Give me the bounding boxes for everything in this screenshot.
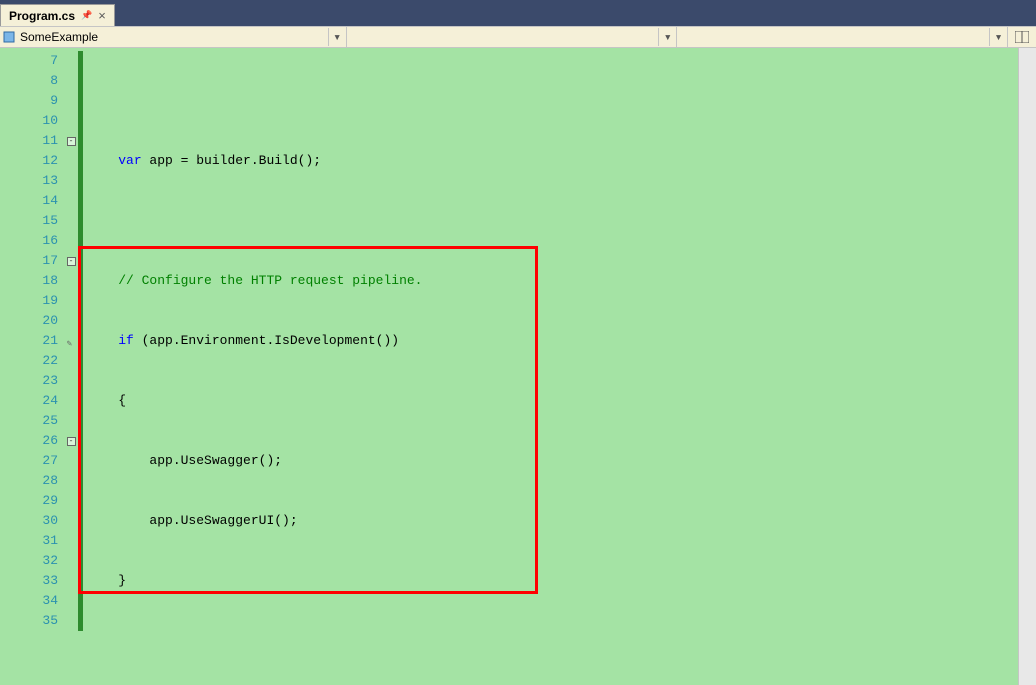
code-content[interactable]: var app = builder.Build(); // Configure … <box>83 48 1018 685</box>
line-number: 26 <box>0 431 58 451</box>
line-number: 22 <box>0 351 58 371</box>
line-number: 15 <box>0 211 58 231</box>
line-number: 31 <box>0 531 58 551</box>
code-line: app.UseSwagger(); <box>83 451 1018 471</box>
line-number: 27 <box>0 451 58 471</box>
line-number: 13 <box>0 171 58 191</box>
edit-marker-icon: ✎ <box>67 334 72 354</box>
fold-toggle[interactable]: - <box>67 437 76 446</box>
line-number: 28 <box>0 471 58 491</box>
tab-bar: Program.cs 📌 × <box>0 0 1036 26</box>
type-dropdown[interactable] <box>677 28 990 46</box>
chevron-down-icon[interactable]: ▾ <box>329 27 347 47</box>
line-number: 19 <box>0 291 58 311</box>
line-number: 24 <box>0 391 58 411</box>
code-line: { <box>83 391 1018 411</box>
code-line <box>83 91 1018 111</box>
scope-dropdown[interactable] <box>16 28 329 46</box>
line-number: 7 <box>0 51 58 71</box>
code-line: app.UseSwaggerUI(); <box>83 511 1018 531</box>
line-number: 10 <box>0 111 58 131</box>
line-number: 25 <box>0 411 58 431</box>
line-number: 17 <box>0 251 58 271</box>
split-window-icon[interactable] <box>1008 27 1036 47</box>
line-number: 8 <box>0 71 58 91</box>
line-number: 34 <box>0 591 58 611</box>
line-number: 9 <box>0 91 58 111</box>
code-editor[interactable]: 7 8 9 10 11 12 13 14 15 16 17 18 19 20 2… <box>0 48 1036 685</box>
line-number: 30 <box>0 511 58 531</box>
line-number: 11 <box>0 131 58 151</box>
line-number: 16 <box>0 231 58 251</box>
pin-icon[interactable]: 📌 <box>81 10 92 21</box>
fold-toggle[interactable]: - <box>67 257 76 266</box>
close-icon[interactable]: × <box>98 8 106 23</box>
line-number: 14 <box>0 191 58 211</box>
code-line: } <box>83 571 1018 591</box>
line-number: 21✎ <box>0 331 58 351</box>
line-number: 32 <box>0 551 58 571</box>
line-number: 18 <box>0 271 58 291</box>
line-number: 33 <box>0 571 58 591</box>
line-number: 29 <box>0 491 58 511</box>
nav-bar: ▾ ▾ ▾ <box>0 26 1036 48</box>
file-tab[interactable]: Program.cs 📌 × <box>0 4 115 26</box>
code-line <box>83 631 1018 651</box>
line-number: 12 <box>0 151 58 171</box>
member-dropdown[interactable] <box>347 28 660 46</box>
namespace-icon <box>2 30 16 44</box>
line-number-gutter: 7 8 9 10 11 12 13 14 15 16 17 18 19 20 2… <box>0 48 64 685</box>
line-number: 20 <box>0 311 58 331</box>
code-line: var app = builder.Build(); <box>83 151 1018 171</box>
line-number: 23 <box>0 371 58 391</box>
code-line: if (app.Environment.IsDevelopment()) <box>83 331 1018 351</box>
vertical-scrollbar[interactable] <box>1018 48 1036 685</box>
code-line <box>83 211 1018 231</box>
outline-column: - - - <box>64 48 78 685</box>
fold-toggle[interactable]: - <box>67 137 76 146</box>
chevron-down-icon[interactable]: ▾ <box>990 27 1008 47</box>
tab-title: Program.cs <box>9 9 75 23</box>
line-number: 35 <box>0 611 58 631</box>
chevron-down-icon[interactable]: ▾ <box>659 27 677 47</box>
code-line: // Configure the HTTP request pipeline. <box>83 271 1018 291</box>
